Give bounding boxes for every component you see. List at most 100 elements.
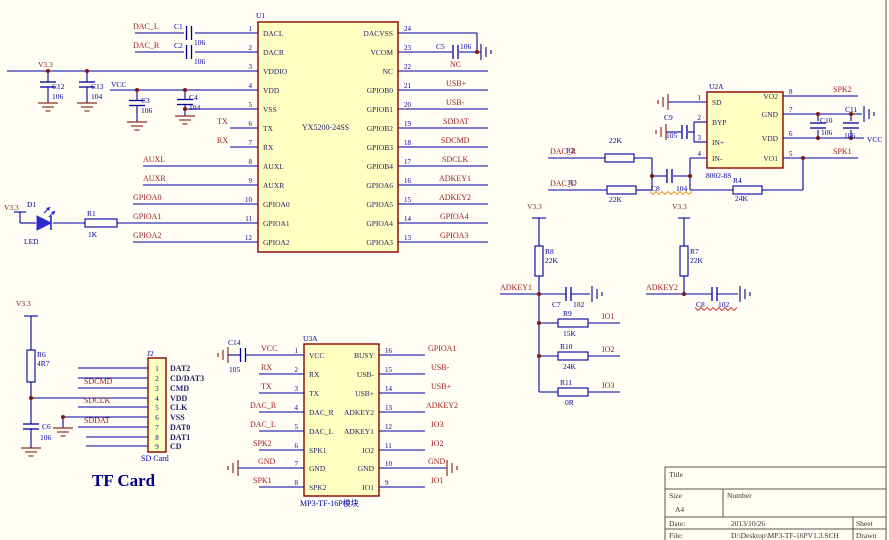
junction-dot — [537, 354, 541, 358]
pin-number-U1-23: 23 — [404, 44, 412, 52]
designator-label-R9: R9 — [563, 309, 572, 318]
net-label-TX: TX — [261, 382, 272, 391]
designator-label-LED: LED — [24, 237, 39, 246]
resistor-R2 — [605, 154, 634, 162]
resistor-R3 — [607, 186, 636, 194]
designator-label-R10: R10 — [560, 342, 573, 351]
tf-card-title: TF Card — [92, 471, 156, 490]
net-label-DAC_R: DAC_R — [250, 401, 277, 410]
pin-name-U3A-ADKEY2: ADKEY2 — [344, 408, 374, 417]
pin-number-U1-6: 6 — [249, 120, 253, 128]
resistor-R7 — [680, 246, 688, 276]
pin-name-U1-AUXR: AUXR — [263, 181, 284, 190]
pin-number-U1-5: 5 — [249, 101, 253, 109]
pin-number-U1-15: 15 — [404, 196, 412, 204]
designator-label-C11: C11 — [845, 105, 857, 114]
pin-name-U3A-DAC_L: DAC_L — [309, 427, 334, 436]
resistor-R10 — [558, 352, 588, 360]
junction-dot — [135, 88, 139, 92]
designator-label-106: 106 — [40, 433, 52, 442]
net-label-AUXR: AUXR — [143, 174, 166, 183]
net-label-IO2: IO2 — [431, 439, 443, 448]
junction-dot — [183, 88, 187, 92]
net-label-DAC_L: DAC_L — [133, 22, 159, 31]
designator-label-102: 102 — [718, 300, 730, 309]
designator-label-22K: 22K — [690, 256, 704, 265]
net-label-USB+: USB+ — [431, 382, 452, 391]
pin-number-J2-4: 4 — [155, 395, 159, 403]
titleblock-text: File: — [669, 531, 683, 540]
net-label-SPK1: SPK1 — [833, 147, 852, 156]
power-label-V3.3: V3.3 — [672, 202, 687, 211]
titleblock-text: Date: — [669, 519, 685, 528]
net-label-AUXL: AUXL — [143, 155, 165, 164]
designator-label-R7: R7 — [690, 247, 699, 256]
designator-label-105: 105 — [666, 131, 678, 140]
junction-dot — [816, 136, 820, 140]
net-label-RX: RX — [261, 363, 272, 372]
pin-number-U1-1: 1 — [249, 25, 253, 33]
junction-dot — [85, 69, 89, 73]
net-label-SPK1: SPK1 — [253, 476, 272, 485]
designator-label-C12: C12 — [52, 82, 65, 91]
net-label-RX: RX — [217, 136, 228, 145]
pin-number-U1-11: 11 — [245, 215, 252, 223]
pin-number-U1-10: 10 — [245, 196, 253, 204]
pin-name-U2A-VO1: VO1 — [763, 154, 778, 163]
pin-number-U3A-5: 5 — [295, 423, 299, 431]
titleblock-text: 2013/10/26 — [731, 519, 765, 528]
pin-number-U1-13: 13 — [404, 234, 412, 242]
designator-label-22K: 22K — [609, 195, 623, 204]
net-label-DAC_L: DAC_L — [250, 420, 276, 429]
net-label-GND: GND — [428, 457, 446, 466]
designator-label-C6: C6 — [42, 422, 51, 431]
pin-name-U2A-VO2: VO2 — [763, 92, 778, 101]
designator-label-C8: C8 — [696, 300, 705, 309]
resistor-R1 — [85, 219, 117, 227]
pin-name-U1-DACR: DACR — [263, 48, 284, 57]
pin-name-U1-GPIOA5: GPIOA5 — [366, 200, 393, 209]
designator-label-24K: 24K — [735, 194, 749, 203]
junction-dot — [475, 50, 479, 54]
net-label-IO1: IO1 — [602, 312, 614, 321]
titleblock-text: Sheet — [856, 519, 874, 528]
net-label-SPK2: SPK2 — [253, 439, 272, 448]
pin-number-U3A-4: 4 — [295, 404, 299, 412]
pin-name-U3A-SPK1: SPK1 — [309, 446, 327, 455]
pin-name-U2A-IN-: IN- — [712, 154, 723, 163]
pin-number-U2A-7: 7 — [789, 106, 793, 114]
designator-label-104: 104 — [189, 103, 201, 112]
pin-name-U1-GPIOB3: GPIOB3 — [367, 143, 394, 152]
net-label-GPIOA4: GPIOA4 — [440, 212, 468, 221]
designator-label-R1: R1 — [87, 209, 96, 218]
pin-name-U3A-GND: GND — [309, 464, 326, 473]
designator-label-8002-8S: 8002-8S — [706, 171, 731, 180]
designator-label-22K: 22K — [545, 256, 559, 265]
resistor-R11 — [558, 388, 588, 396]
designator-label-R2: R2 — [566, 146, 575, 155]
net-label-SPK2: SPK2 — [833, 85, 852, 94]
pin-number-U3A-9: 9 — [385, 479, 389, 487]
titleblock-text: A4 — [675, 505, 684, 514]
pin-number-J2-6: 6 — [155, 414, 159, 422]
pin-number-J2-7: 7 — [155, 424, 159, 432]
junction-dot — [537, 321, 541, 325]
pin-number-U1-20: 20 — [404, 101, 412, 109]
designator-label-VCC: VCC — [867, 135, 882, 144]
designator-label-R4: R4 — [733, 176, 742, 185]
pin-number-U3A-7: 7 — [295, 460, 299, 468]
designator-label-VCC: VCC — [111, 80, 126, 89]
pin-number-U3A-16: 16 — [385, 347, 393, 355]
pin-number-U2A-1: 1 — [698, 94, 702, 102]
net-label-IO1: IO1 — [431, 476, 443, 485]
designator-label-105: 105 — [229, 365, 241, 374]
pin-number-U3A-1: 1 — [295, 347, 299, 355]
power-label-V3.3: V3.3 — [527, 202, 542, 211]
titleblock-text: D:\Desktop\MP3-TF-16PV1.3.SCH — [731, 531, 840, 540]
pin-number-U3A-2: 2 — [295, 366, 299, 374]
net-label-GPIOA2: GPIOA2 — [133, 231, 161, 240]
pin-name-U1-DACL: DACL — [263, 29, 284, 38]
pin-name-U3A-BUSY: BUSY — [354, 351, 375, 360]
resistor-R6 — [27, 350, 35, 382]
pin-name-U1-GPIOA4: GPIOA4 — [366, 219, 393, 228]
